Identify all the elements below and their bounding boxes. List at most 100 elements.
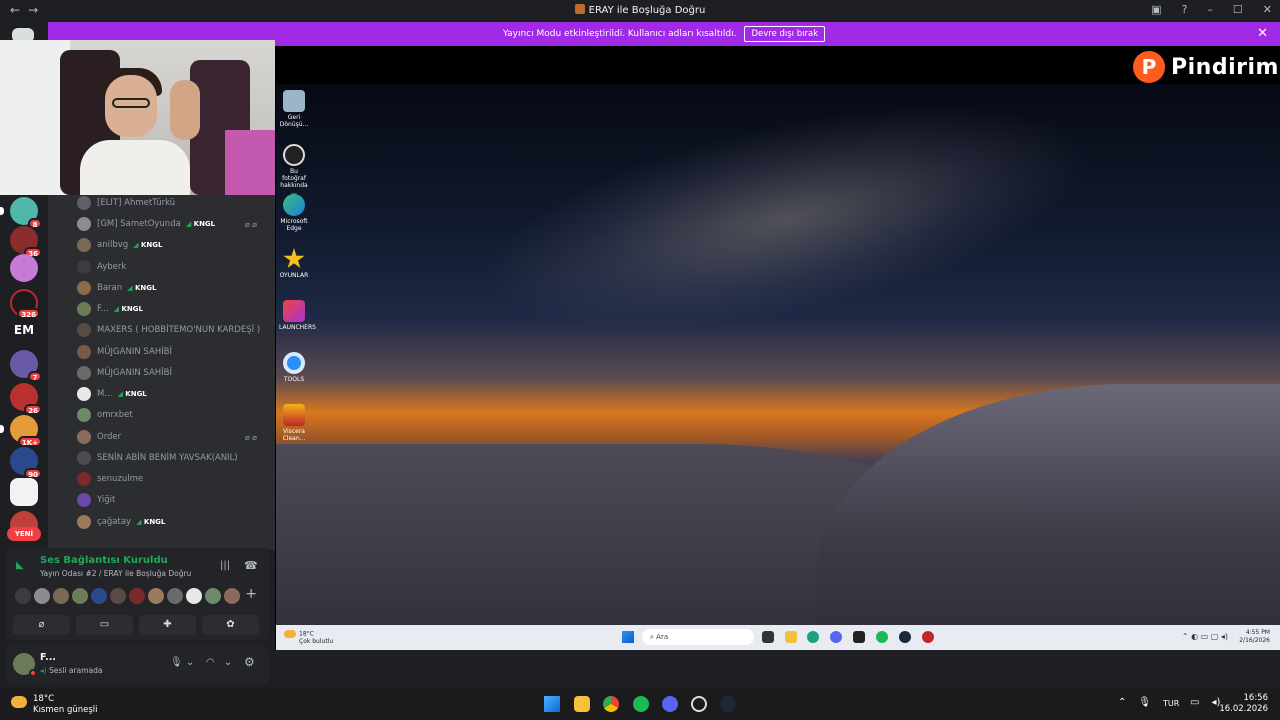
activities-button[interactable]: ✚ bbox=[139, 615, 196, 635]
voice-channel[interactable]: Yayın Odası #2 / ERAY ile Boşluğa Doğru bbox=[40, 569, 191, 578]
screen-share-button[interactable]: ▭ bbox=[76, 615, 133, 635]
desktop-icon-edge[interactable]: Microsoft Edge bbox=[279, 194, 309, 232]
member-item[interactable]: senuzulme bbox=[77, 471, 267, 487]
discord-icon[interactable] bbox=[662, 696, 678, 712]
avatar[interactable] bbox=[148, 588, 164, 604]
chrome-icon[interactable] bbox=[603, 696, 619, 712]
avatar[interactable] bbox=[72, 588, 88, 604]
microphone-icon[interactable]: 🎙 bbox=[170, 657, 183, 668]
server-icon-3[interactable] bbox=[10, 254, 38, 282]
avatar[interactable] bbox=[110, 588, 126, 604]
streamed-clock[interactable]: 4:55 PM 2/16/2026 bbox=[1239, 629, 1270, 645]
streamed-system-tray[interactable]: ⌃ ◐ ▭ ▢ ◂) bbox=[1182, 632, 1228, 641]
server-icon-9[interactable] bbox=[10, 478, 38, 506]
noise-suppression-icon[interactable]: ||| bbox=[220, 560, 230, 571]
server-icon-7[interactable]: 1K+ bbox=[0, 415, 42, 447]
minimize-icon[interactable]: – bbox=[1207, 3, 1213, 16]
invite-plus-icon[interactable]: + bbox=[245, 586, 257, 602]
server-icon-8[interactable]: 90 bbox=[10, 447, 42, 479]
member-item[interactable]: çağatayKNGL bbox=[77, 514, 267, 530]
soundboard-button[interactable]: ✿ bbox=[202, 615, 259, 635]
member-item[interactable]: M...KNGL bbox=[77, 386, 267, 402]
close-window-icon[interactable]: ✕ bbox=[1263, 3, 1272, 16]
file-explorer-icon[interactable] bbox=[574, 696, 590, 712]
avatar[interactable] bbox=[205, 588, 221, 604]
camera-off-button[interactable]: ⌀ bbox=[13, 615, 70, 635]
gaming-icon[interactable] bbox=[691, 696, 707, 712]
streamed-start-icon[interactable] bbox=[622, 631, 634, 643]
username[interactable]: F... bbox=[40, 652, 56, 663]
avatar[interactable] bbox=[53, 588, 69, 604]
edge-icon[interactable] bbox=[807, 631, 819, 643]
maximize-icon[interactable]: ☐ bbox=[1233, 3, 1243, 16]
chevron-down-icon[interactable]: ⌄ bbox=[186, 657, 194, 668]
member-item[interactable]: Yiğit bbox=[77, 492, 267, 508]
member-item[interactable]: BaranKNGL bbox=[77, 280, 267, 296]
help-icon[interactable]: ? bbox=[1182, 3, 1188, 16]
steam-icon[interactable] bbox=[720, 696, 736, 712]
server-icon-1[interactable]: 8 bbox=[0, 197, 42, 229]
avatar[interactable] bbox=[186, 588, 202, 604]
desktop-icon-recycle-bin[interactable]: Geri Dönüşü... bbox=[279, 90, 309, 128]
host-tray-icons[interactable]: ▭ ◂) bbox=[1190, 697, 1220, 708]
disconnect-icon[interactable]: ☎ bbox=[244, 559, 258, 572]
inbox-icon[interactable]: ▣ bbox=[1151, 3, 1161, 16]
avatar[interactable] bbox=[91, 588, 107, 604]
member-item[interactable]: [ELIT] AhmetTürkü bbox=[77, 195, 267, 211]
avatar[interactable] bbox=[129, 588, 145, 604]
language-indicator[interactable]: TUR bbox=[1163, 699, 1179, 708]
member-item[interactable]: MAXERS ( HOBBİTEMO'NUN KARDEŞİ ) bbox=[77, 322, 267, 338]
avatar[interactable] bbox=[34, 588, 50, 604]
desktop-icon-photo-info[interactable]: Bu fotoğraf hakkında ... bbox=[279, 144, 309, 196]
new-servers-badge[interactable]: YENİ bbox=[7, 527, 41, 541]
desktop-icon-tools[interactable]: TOOLS bbox=[279, 352, 309, 383]
disable-streamer-mode-button[interactable]: Devre dışı bırak bbox=[744, 26, 826, 42]
streamed-search-box[interactable]: ⌕ Ara bbox=[642, 629, 754, 645]
host-weather-widget[interactable]: 18°C Kısmen güneşli bbox=[11, 694, 98, 716]
streamed-weather[interactable]: 18°C Çok bulutlu bbox=[284, 630, 333, 645]
member-item[interactable]: anilbvgKNGL bbox=[77, 237, 267, 253]
settings-gear-icon[interactable]: ⚙ bbox=[244, 655, 255, 669]
member-item[interactable]: SENİN ABİN BENİM YAVSAK(ANIL) bbox=[77, 450, 267, 466]
start-icon[interactable] bbox=[544, 696, 560, 712]
voice-status[interactable]: Ses Bağlantısı Kuruldu bbox=[40, 555, 168, 566]
app-icon[interactable] bbox=[922, 631, 934, 643]
host-clock[interactable]: 16:56 16.02.2026 bbox=[1219, 693, 1268, 715]
server-em[interactable]: EM bbox=[10, 316, 38, 344]
member-item[interactable]: omrxbet bbox=[77, 407, 267, 423]
desktop-icon-launchers[interactable]: LAUNCHERS bbox=[279, 300, 316, 331]
spotify-icon[interactable] bbox=[633, 696, 649, 712]
member-item[interactable]: MÜJGANIN SAHİBİ bbox=[77, 365, 267, 381]
member-item[interactable]: MÜJGANIN SAHİBİ bbox=[77, 344, 267, 360]
stream-view[interactable]: P Pindirim Geri Dönüşü... Bu fotoğraf ha… bbox=[275, 46, 1280, 650]
member-item[interactable]: F...KNGL bbox=[77, 301, 267, 317]
server-icon-6[interactable]: 26 bbox=[10, 383, 42, 415]
desktop-icon-viscera[interactable]: Viscera Clean... bbox=[279, 404, 309, 442]
server-icon-5[interactable]: 7 bbox=[10, 350, 42, 382]
close-banner-icon[interactable]: ✕ bbox=[1257, 26, 1268, 41]
steam-icon[interactable] bbox=[899, 631, 911, 643]
camera-info-icon bbox=[283, 144, 305, 166]
display-icon[interactable]: ▭ bbox=[1190, 697, 1199, 708]
file-explorer-icon[interactable] bbox=[785, 631, 797, 643]
spotify-icon[interactable] bbox=[876, 631, 888, 643]
server-icon-2[interactable]: 36 bbox=[10, 226, 42, 258]
server-icon-4[interactable]: 326 bbox=[10, 289, 40, 319]
microphone-icon[interactable]: 🎙 bbox=[1138, 697, 1151, 708]
avatar[interactable] bbox=[15, 588, 31, 604]
avatar[interactable] bbox=[167, 588, 183, 604]
avatar[interactable] bbox=[224, 588, 240, 604]
server-icon bbox=[574, 4, 585, 14]
terminal-icon[interactable] bbox=[853, 631, 865, 643]
chevron-up-icon[interactable]: ⌃ bbox=[1118, 697, 1126, 708]
member-item[interactable]: [GM] SametOyundaKNGL⌀ ⌀ bbox=[77, 216, 267, 232]
headphones-icon[interactable]: ◠ bbox=[206, 657, 215, 668]
signal-icon[interactable]: ◣ bbox=[16, 560, 30, 572]
discord-icon[interactable] bbox=[830, 631, 842, 643]
chevron-down-icon[interactable]: ⌄ bbox=[224, 657, 232, 668]
member-item[interactable]: Ayberk bbox=[77, 259, 267, 275]
task-view-icon[interactable] bbox=[762, 631, 774, 643]
desktop-icon-games[interactable]: OYUNLAR bbox=[279, 248, 309, 279]
host-system-tray[interactable]: ⌃ 🎙 bbox=[1118, 697, 1151, 708]
member-item[interactable]: Order ⌀ ⌀ bbox=[77, 429, 267, 445]
